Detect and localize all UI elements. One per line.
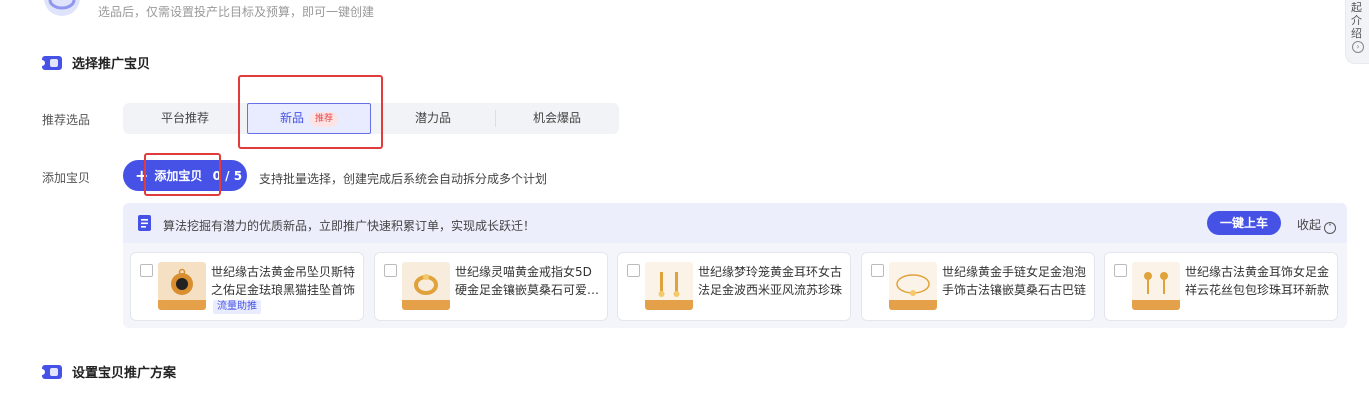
chevron-right-icon: › [1352,41,1364,53]
section-ticket-icon [42,364,62,379]
intro-side-tab-label: 起介绍 [1351,1,1362,40]
product-card[interactable]: 世纪缘古法黄金吊坠贝斯特 之佑足金珐琅黑猫挂坠首饰 流量助推 [130,252,364,321]
product-thumbnail [402,262,450,310]
new-item-panel: 算法挖掘有潜力的优质新品，立即推广快速积累订单，实现成长跃迁！ 一键上车 收起 ˄… [123,203,1347,328]
section-title-text: 选择推广宝贝 [72,57,151,72]
one-click-add-button[interactable]: 一键上车 [1207,211,1281,235]
add-item-button[interactable]: + 添加宝贝 0 / 5 [123,160,247,191]
pendant-image-icon [158,262,206,310]
product-title-line1: 世纪缘古法黄金耳饰女足金 [1185,265,1330,279]
product-checkbox[interactable] [1114,264,1127,277]
selected-count: 0 / 5 [212,169,243,183]
section-title-select-item: 选择推广宝贝 [42,53,150,72]
product-title-line1: 世纪缘黄金手链女足金泡泡 [942,265,1087,279]
brand-logo-icon [44,0,80,16]
product-title-line2: 祥云花丝包包珍珠耳环新款 [1185,283,1330,297]
add-item-hint: 支持批量选择，创建完成后系统会自动拆分成多个计划 [259,172,548,186]
product-title-line2: 法足金波西米亚风流苏珍珠 [698,283,843,297]
tab-label: 机会爆品 [532,111,581,125]
section-title-text: 设置宝贝推广方案 [72,366,177,381]
tab-platform-recommend[interactable]: 平台推荐 [123,103,247,134]
panel-banner: 算法挖掘有潜力的优质新品，立即推广快速积累订单，实现成长跃迁！ 一键上车 收起 ˄ [123,203,1347,243]
tab-potential-item[interactable]: 潜力品 [371,103,495,134]
tab-label: 新品 [279,111,304,125]
tab-new-item[interactable]: 新品 推荐 [247,103,371,134]
product-thumbnail [158,262,206,310]
banner-text: 算法挖掘有潜力的优质新品，立即推广快速积累订单，实现成长跃迁！ [163,219,536,233]
tab-label: 平台推荐 [160,111,209,125]
product-card[interactable]: 世纪缘古法黄金耳饰女足金 祥云花丝包包珍珠耳环新款 [1104,252,1338,321]
add-item-button-label: 添加宝贝 [154,169,203,183]
intro-side-tab[interactable]: 起介绍 › [1345,0,1369,64]
product-title-line1: 世纪缘梦玲笼黄金耳环女古 [698,265,843,279]
recommend-segmented-control: 平台推荐 新品 推荐 潜力品 机会爆品 [123,103,619,134]
add-item-label: 添加宝贝 [42,171,91,185]
product-card[interactable]: 世纪缘灵喵黄金戒指女5D 硬金足金镶嵌莫桑石可爱猫咪 [374,252,608,321]
plus-icon: + [135,166,149,185]
tab-label: 潜力品 [414,111,451,125]
collapse-label: 收起 [1297,218,1322,232]
section-title-plan: 设置宝贝推广方案 [42,362,176,381]
product-checkbox[interactable] [871,264,884,277]
product-card[interactable]: 世纪缘梦玲笼黄金耳环女古 法足金波西米亚风流苏珍珠 [617,252,851,321]
product-title-line1: 世纪缘古法黄金吊坠贝斯特 [211,265,356,279]
section-ticket-icon [42,55,62,70]
ear-stud-image-icon [1132,262,1180,310]
tab-opportunity-hot[interactable]: 机会爆品 [495,103,619,134]
traffic-boost-badge: 流量助推 [213,300,261,314]
product-title-line2: 之佑足金珐琅黑猫挂坠首饰 [211,283,356,297]
collapse-toggle[interactable]: 收起 ˄ [1297,216,1337,234]
product-thumbnail [645,262,693,310]
product-checkbox[interactable] [627,264,640,277]
product-title-line1: 世纪缘灵喵黄金戒指女5D [455,265,592,279]
earring-image-icon [645,262,693,310]
chevron-up-icon: ˄ [1324,222,1337,234]
top-note: 选品后，仅需设置投产比目标及预算，即可一键创建 [98,5,375,19]
ring-image-icon [402,262,450,310]
document-icon [138,215,151,231]
product-title-line2: 硬金足金镶嵌莫桑石可爱猫咪 [455,283,603,297]
product-card[interactable]: 世纪缘黄金手链女足金泡泡 手饰古法镶嵌莫桑石古巴链 [861,252,1095,321]
product-thumbnail [889,262,937,310]
product-thumbnail [1132,262,1180,310]
product-title-line2: 手饰古法镶嵌莫桑石古巴链 [942,283,1087,297]
bracelet-image-icon [889,262,937,310]
product-checkbox[interactable] [140,264,153,277]
recommend-label: 推荐选品 [42,113,91,127]
recommend-tag: 推荐 [310,112,339,127]
product-checkbox[interactable] [384,264,397,277]
